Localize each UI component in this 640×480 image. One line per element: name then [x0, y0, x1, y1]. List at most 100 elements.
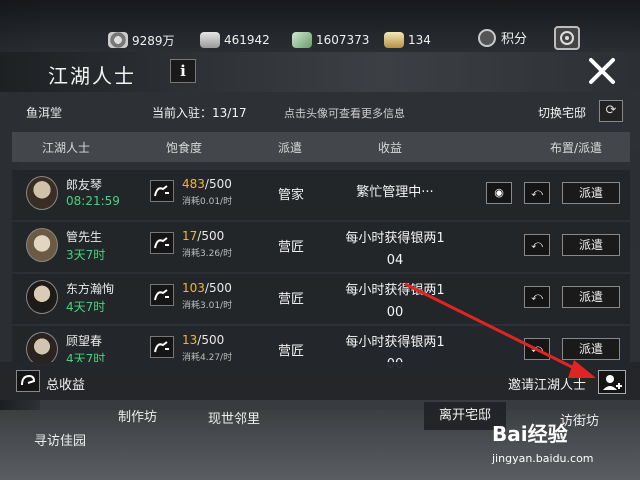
feed-button[interactable]: [150, 284, 174, 306]
money-bag-icon: ◉: [494, 186, 504, 199]
income-line-2: 00: [386, 305, 404, 320]
income-line-1: 每小时获得银两1: [345, 335, 445, 350]
satiety-value: 103/500: [182, 281, 232, 295]
satiety-current: 17: [182, 229, 198, 243]
close-icon: [589, 58, 615, 84]
income-line-2: 04: [386, 253, 404, 268]
resource-gold: 134: [384, 30, 431, 50]
satiety-current: 483: [182, 177, 205, 191]
table-header: 江湖人士 饱食度 派遣 收益 布置/派遣: [12, 132, 630, 162]
add-person-icon: [603, 375, 622, 390]
person-time: 4天7时: [66, 300, 106, 314]
arrange-button[interactable]: ⤺: [524, 182, 550, 204]
neighbor-button[interactable]: 现世邻里: [208, 408, 260, 427]
workshop-button[interactable]: 制作坊: [118, 406, 157, 425]
money-bag-button[interactable]: ◉: [486, 182, 512, 204]
refresh-icon: ⟳: [605, 103, 617, 118]
satiety-current: 103: [182, 281, 205, 295]
satiety-current: 13: [182, 333, 198, 347]
header-layout: 布置/派遣: [550, 141, 603, 155]
resource-value: 1607373: [316, 33, 370, 47]
invite-button[interactable]: [598, 370, 626, 394]
income-text: 繁忙管理中···: [340, 184, 450, 202]
satiety-consumption: 消耗0.01/时: [182, 197, 233, 207]
arrange-icon: ⤺: [531, 186, 543, 199]
resource-silver: 461942: [200, 30, 270, 50]
dispatch-button[interactable]: 派遣: [562, 286, 620, 308]
arrange-button[interactable]: ⤺: [524, 286, 550, 308]
info-button[interactable]: i: [170, 59, 196, 83]
settings-button[interactable]: [554, 26, 580, 50]
resource-value: 461942: [224, 33, 270, 47]
watermark-url: jingyan.baidu.com: [492, 452, 594, 465]
avatar[interactable]: [26, 176, 58, 210]
points-icon: [478, 28, 496, 47]
person-role: 营匠: [278, 292, 305, 307]
income-icon: [21, 374, 36, 386]
resource-film: 9289万: [108, 30, 175, 50]
avatar[interactable]: [26, 332, 58, 366]
person-time: 08:21:59: [66, 194, 120, 208]
feed-icon: [154, 185, 169, 197]
people-panel: 江湖人士 i 鱼洱堂 当前入驻：13/17 点击头像可查看更多信息 切换宅邸 ⟳…: [0, 52, 640, 400]
income-line-1: 每小时获得银两1: [345, 283, 445, 298]
resource-value: 9289万: [132, 33, 175, 48]
visit-button[interactable]: 寻访佳园: [34, 430, 86, 449]
person-role: 营匠: [278, 240, 305, 255]
feed-button[interactable]: [150, 180, 174, 202]
table-row: 管先生 3天7时 17/500 消耗3.26/时 营匠 每小时获得银两1 04 ⤺…: [12, 222, 630, 272]
feed-button[interactable]: [150, 336, 174, 358]
dispatch-button[interactable]: 派遣: [562, 234, 620, 256]
panel-footer: 总收益 邀请江湖人士: [0, 362, 640, 400]
income-text: 每小时获得银两1 00: [340, 280, 450, 324]
gold-ingot-icon: [384, 32, 404, 48]
arrange-icon: ⤺: [531, 238, 543, 251]
satiety-value: 13/500: [182, 333, 224, 347]
person-role: 营匠: [278, 344, 305, 359]
person-time: 3天7时: [66, 248, 106, 262]
feed-icon: [154, 289, 169, 301]
invite-label: 邀请江湖人士: [508, 378, 587, 393]
points-label: 积分: [501, 32, 528, 47]
table-row: 郎友琴 08:21:59 483/500 消耗0.01/时 管家 繁忙管理中··…: [12, 170, 630, 220]
avatar-hint: 点击头像可查看更多信息: [284, 107, 405, 120]
watermark-brand: Bai经验: [492, 422, 568, 446]
avatar[interactable]: [26, 280, 58, 314]
close-button[interactable]: [580, 52, 624, 90]
dispatch-button[interactable]: 派遣: [562, 338, 620, 360]
panel-title: 江湖人士: [48, 64, 136, 88]
income-line-1: 繁忙管理中···: [356, 185, 434, 200]
points-button[interactable]: 积分: [478, 28, 527, 47]
header-income: 收益: [378, 141, 403, 155]
table-row: 东方瀚恂 4天7时 103/500 消耗3.01/时 营匠 每小时获得银两1 00…: [12, 274, 630, 324]
hall-name: 鱼洱堂: [26, 106, 63, 120]
satiety-consumption: 消耗3.01/时: [182, 301, 233, 311]
avatar[interactable]: [26, 228, 58, 262]
header-dispatch: 派遣: [278, 141, 303, 155]
arrange-button[interactable]: ⤺: [524, 234, 550, 256]
arrange-icon: ⤺: [531, 290, 543, 303]
resource-bar: 9289万 461942 1607373 134 积分: [0, 0, 640, 52]
arrange-button[interactable]: ⤺: [524, 338, 550, 360]
arrange-icon: ⤺: [531, 342, 543, 355]
silver-ingot-icon: [200, 32, 220, 48]
switch-residence-button[interactable]: ⟳: [599, 100, 623, 122]
header-satiety: 饱食度: [166, 141, 203, 155]
satiety-value: 17/500: [182, 229, 224, 243]
panel-subbar: 鱼洱堂 当前入驻：13/17 点击头像可查看更多信息 切换宅邸 ⟳: [0, 98, 640, 128]
satiety-max: /500: [204, 177, 232, 191]
income-line-1: 每小时获得银两1: [345, 231, 445, 246]
dispatch-button[interactable]: 派遣: [562, 182, 620, 204]
person-name: 管先生: [66, 230, 103, 244]
resident-count: 当前入驻：13/17: [152, 106, 247, 120]
resource-value: 134: [408, 33, 431, 47]
total-income-button[interactable]: [16, 370, 40, 392]
feed-button[interactable]: [150, 232, 174, 254]
panel-title-bar: 江湖人士 i: [0, 52, 640, 92]
header-people: 江湖人士: [42, 141, 91, 155]
film-reel-icon: [108, 32, 128, 48]
satiety-value: 483/500: [182, 177, 232, 191]
person-name: 东方瀚恂: [66, 282, 115, 296]
income-text: 每小时获得银两1 04: [340, 228, 450, 272]
feed-icon: [154, 341, 169, 353]
